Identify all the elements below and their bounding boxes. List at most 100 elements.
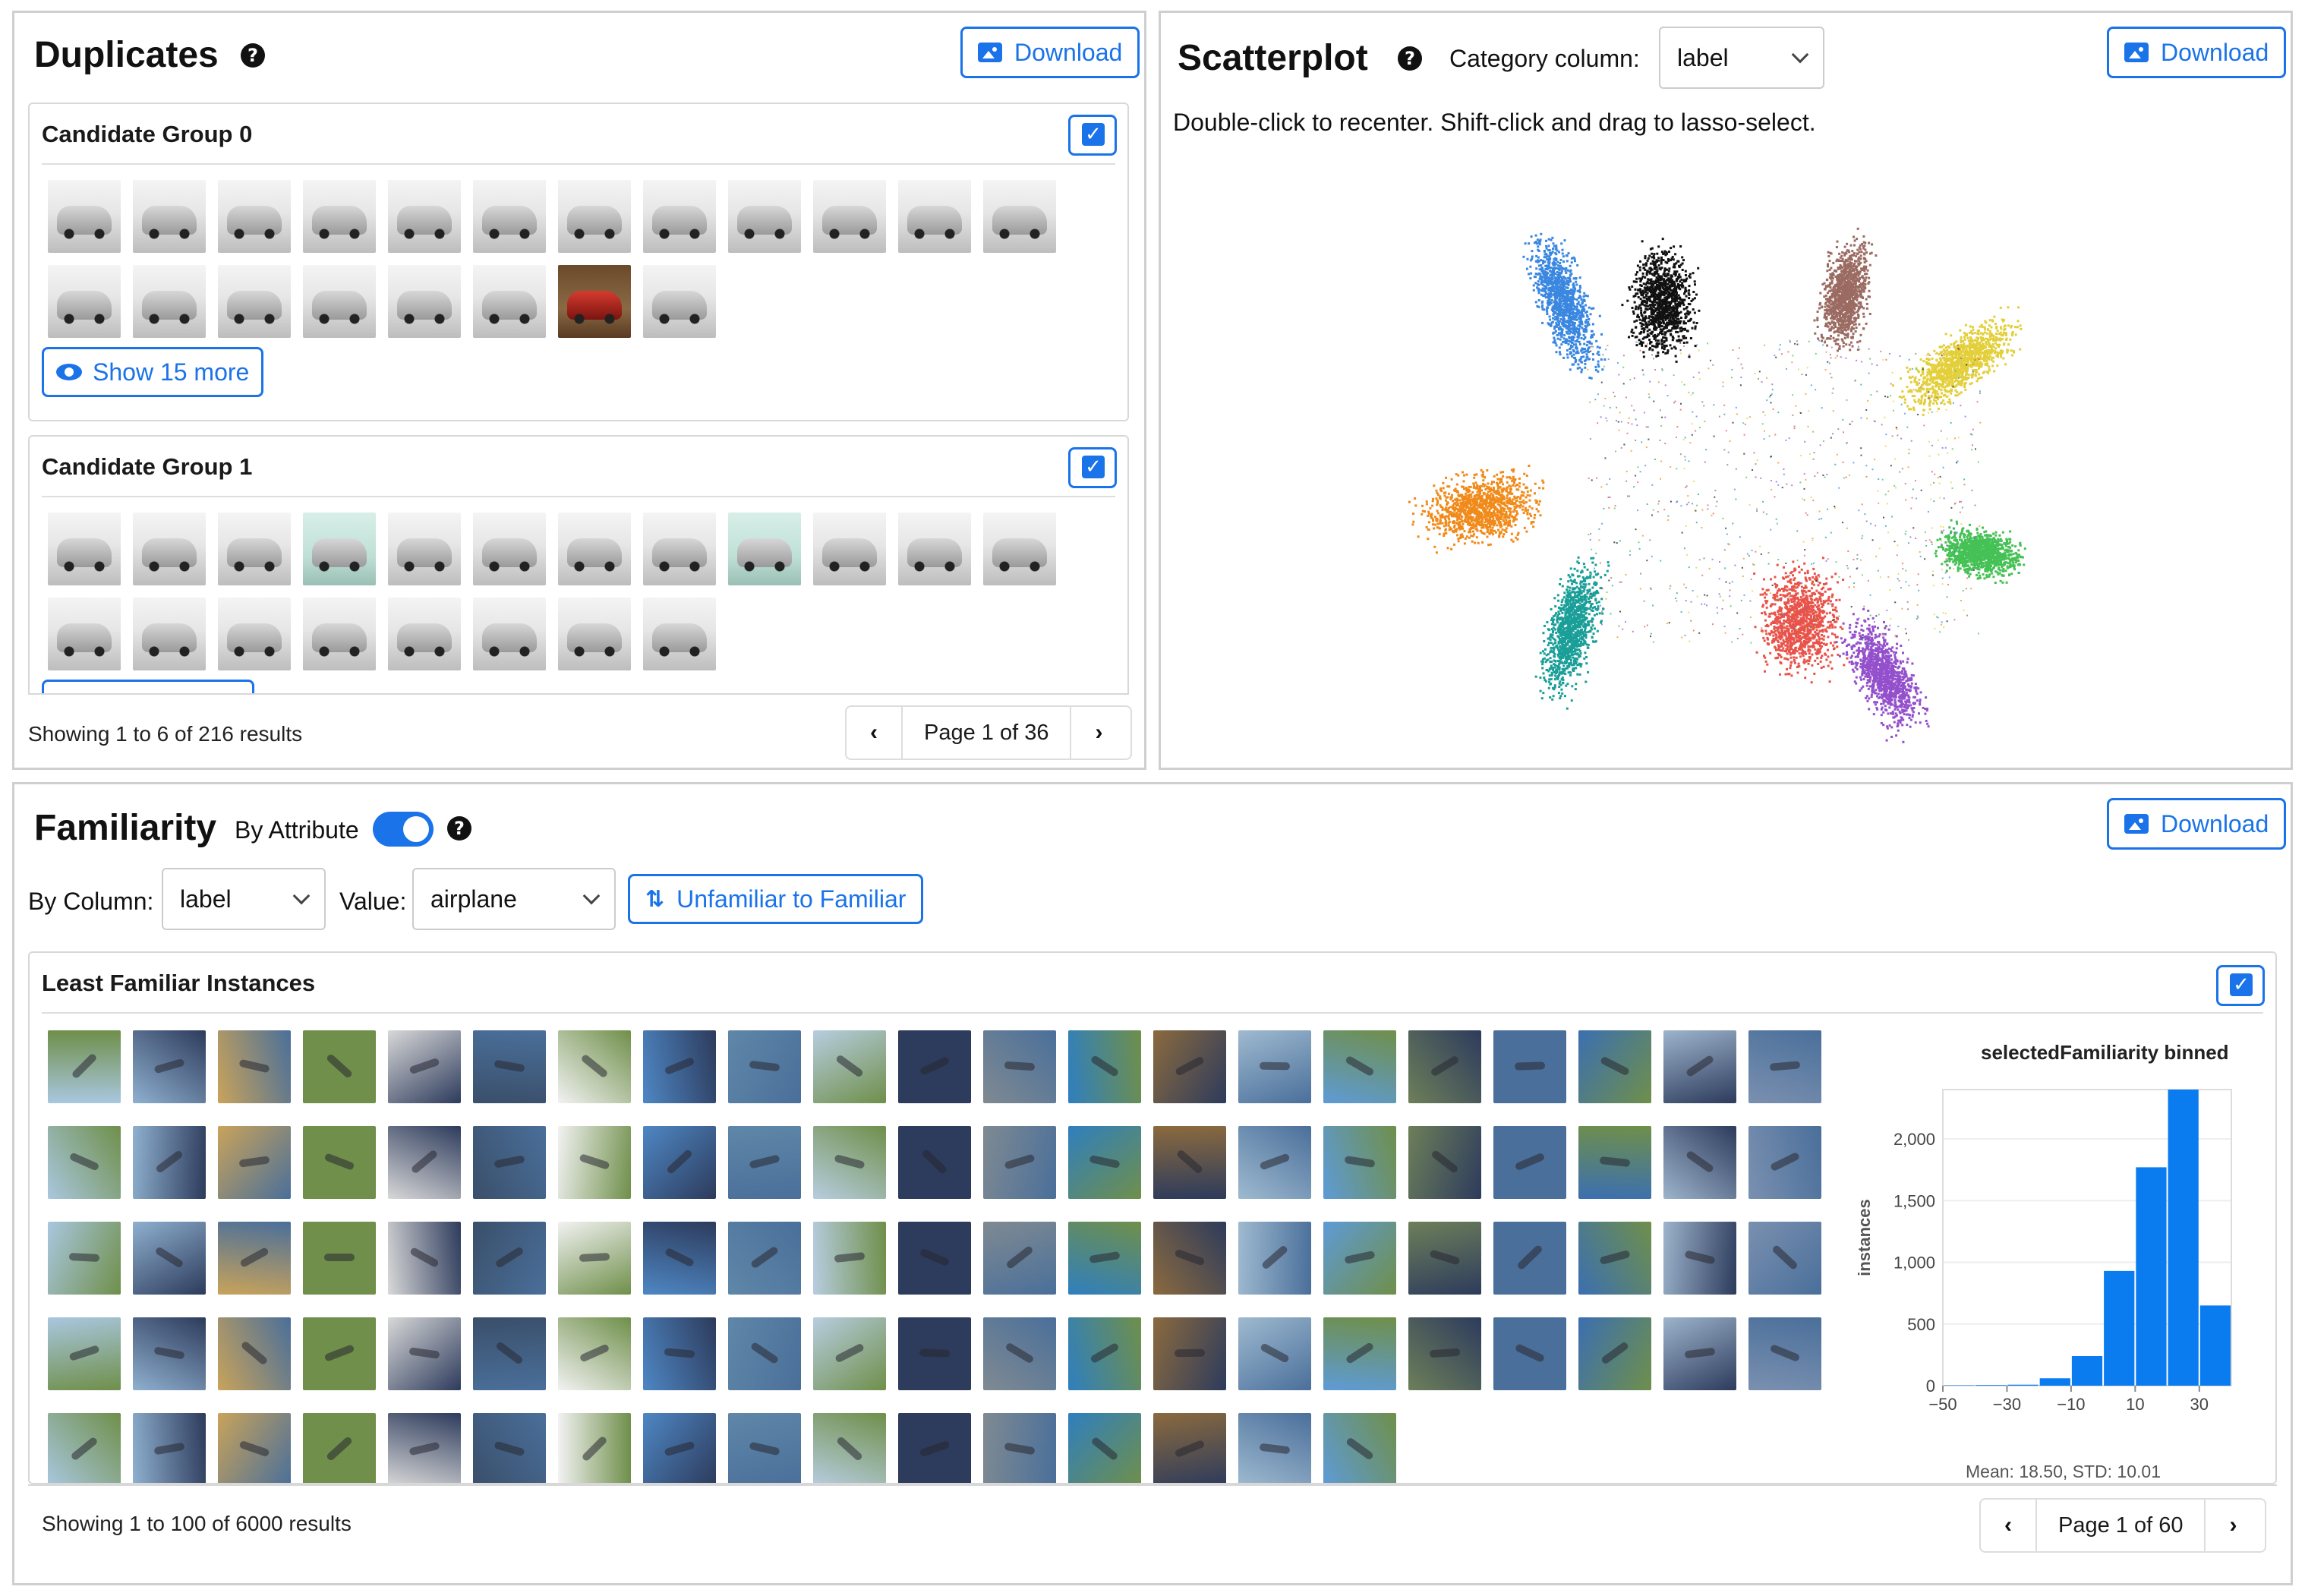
scatter-point bbox=[1830, 274, 1833, 277]
scatter-point bbox=[1588, 377, 1591, 379]
thumbnail[interactable] bbox=[643, 513, 716, 585]
scatter-point bbox=[1968, 364, 1971, 367]
scatter-point bbox=[1653, 327, 1655, 330]
thumbnail[interactable] bbox=[133, 513, 206, 585]
thumbnail[interactable] bbox=[473, 513, 546, 585]
scatter-point bbox=[1959, 375, 1962, 378]
thumbnail[interactable] bbox=[983, 180, 1056, 253]
show-more-button[interactable] bbox=[42, 680, 254, 693]
thumbnail[interactable] bbox=[388, 180, 461, 253]
thumbnail[interactable] bbox=[218, 513, 291, 585]
thumbnail[interactable] bbox=[728, 513, 801, 585]
duplicates-download-button[interactable]: Download bbox=[960, 27, 1140, 78]
thumbnail[interactable] bbox=[473, 598, 546, 670]
thumbnail[interactable] bbox=[303, 180, 376, 253]
thumbnail[interactable] bbox=[813, 513, 886, 585]
scatter-point bbox=[1538, 487, 1541, 490]
scatter-point bbox=[1859, 261, 1862, 264]
scatter-point bbox=[1547, 306, 1550, 309]
scatter-point bbox=[1566, 356, 1569, 359]
scatter-point bbox=[1656, 287, 1659, 290]
scatter-point bbox=[1964, 381, 1967, 384]
scatter-point bbox=[1556, 333, 1559, 336]
scatter-point bbox=[1526, 257, 1529, 260]
thumbnail[interactable] bbox=[813, 180, 886, 253]
thumbnail[interactable] bbox=[388, 598, 461, 670]
thumbnail[interactable] bbox=[558, 598, 631, 670]
scatter-point bbox=[1945, 355, 1948, 358]
scatter-point bbox=[1678, 304, 1681, 307]
scatter-point bbox=[1537, 299, 1540, 301]
scatter-point bbox=[1928, 383, 1931, 386]
scatter-point bbox=[1955, 354, 1958, 357]
thumbnail[interactable] bbox=[48, 180, 121, 253]
scatter-point bbox=[1682, 259, 1685, 262]
scatter-point bbox=[1414, 497, 1417, 500]
thumbnail[interactable] bbox=[133, 265, 206, 338]
scatter-point bbox=[1994, 347, 1997, 350]
show-more-button[interactable]: Show 15 more bbox=[42, 347, 264, 397]
thumbnail[interactable] bbox=[643, 265, 716, 338]
thumbnail[interactable] bbox=[558, 513, 631, 585]
thumbnail[interactable] bbox=[643, 180, 716, 253]
thumbnail[interactable] bbox=[133, 598, 206, 670]
thumbnail[interactable] bbox=[558, 180, 631, 253]
thumbnail[interactable] bbox=[388, 265, 461, 338]
scatter-point bbox=[1937, 363, 1939, 366]
scatter-point bbox=[1644, 276, 1647, 279]
scatterplot-canvas[interactable] bbox=[1161, 150, 2291, 768]
thumbnail[interactable] bbox=[898, 513, 971, 585]
scatter-point bbox=[1950, 334, 1953, 337]
thumbnail[interactable] bbox=[133, 180, 206, 253]
thumbnail[interactable] bbox=[643, 598, 716, 670]
scatter-point bbox=[1558, 312, 1561, 315]
thumbnail[interactable] bbox=[983, 513, 1056, 585]
thumbnail[interactable] bbox=[303, 265, 376, 338]
scatter-point bbox=[1566, 349, 1569, 352]
thumbnail[interactable] bbox=[473, 180, 546, 253]
scatter-point bbox=[1595, 339, 1598, 342]
scatter-point bbox=[1993, 315, 1996, 318]
group-checkbox[interactable] bbox=[1068, 447, 1117, 488]
scatter-point bbox=[1818, 303, 1821, 306]
group-checkbox[interactable] bbox=[1068, 115, 1117, 156]
thumbnail[interactable] bbox=[218, 180, 291, 253]
scatter-point bbox=[1648, 348, 1651, 351]
scatter-point bbox=[1629, 288, 1632, 291]
scatter-point bbox=[1565, 272, 1568, 274]
scatter-point bbox=[1907, 390, 1910, 393]
thumbnail[interactable] bbox=[218, 598, 291, 670]
thumbnail[interactable] bbox=[558, 265, 631, 338]
scatter-point bbox=[1580, 349, 1583, 352]
scatter-point bbox=[1836, 282, 1839, 285]
scatter-point bbox=[1586, 295, 1589, 298]
help-icon[interactable]: ? bbox=[1398, 46, 1422, 71]
thumbnail[interactable] bbox=[473, 265, 546, 338]
scatter-point bbox=[1634, 288, 1637, 291]
scatter-point bbox=[1972, 328, 1975, 331]
thumbnail[interactable] bbox=[388, 513, 461, 585]
scatter-point bbox=[1569, 269, 1572, 272]
scatter-point bbox=[1920, 399, 1923, 402]
next-page-button[interactable]: › bbox=[1071, 707, 1126, 759]
help-icon[interactable]: ? bbox=[241, 43, 265, 68]
thumbnail[interactable] bbox=[48, 598, 121, 670]
scatter-point bbox=[1635, 280, 1638, 283]
scatter-point bbox=[1934, 377, 1938, 380]
scatter-point bbox=[1975, 380, 1979, 383]
scatter-point bbox=[1632, 331, 1635, 334]
scatter-point bbox=[1960, 336, 1963, 339]
thumbnail[interactable] bbox=[898, 180, 971, 253]
category-column-select[interactable]: label bbox=[1659, 27, 1824, 89]
scatterplot-download-button[interactable]: Download bbox=[2107, 27, 2287, 78]
thumbnail[interactable] bbox=[48, 265, 121, 338]
thumbnail[interactable] bbox=[303, 513, 376, 585]
thumbnail[interactable] bbox=[48, 513, 121, 585]
scatter-point bbox=[1688, 297, 1691, 300]
scatter-point bbox=[1654, 303, 1657, 306]
scatter-point bbox=[1837, 289, 1840, 292]
prev-page-button[interactable]: ‹ bbox=[847, 707, 901, 759]
thumbnail[interactable] bbox=[218, 265, 291, 338]
thumbnail[interactable] bbox=[303, 598, 376, 670]
thumbnail[interactable] bbox=[728, 180, 801, 253]
